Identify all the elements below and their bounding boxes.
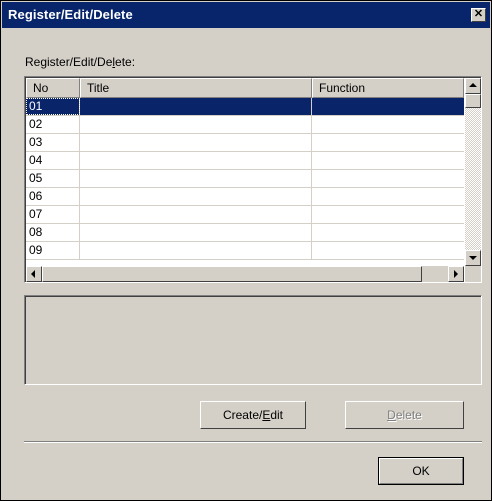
create-edit-label: Create/ <box>222 408 263 422</box>
table-row[interactable]: 05 <box>26 170 464 188</box>
dialog-window: Register/Edit/Delete ✕ Register/Edit/Del… <box>0 0 492 501</box>
table-row[interactable]: 01 <box>26 98 464 116</box>
row-title <box>80 152 312 169</box>
table-row[interactable]: 07 <box>26 206 464 224</box>
list-label: Register/Edit/Delete: <box>25 55 135 69</box>
row-title <box>80 116 312 133</box>
arrow-left-icon <box>31 270 35 278</box>
row-function <box>312 170 464 187</box>
vertical-scroll-thumb[interactable] <box>465 94 481 108</box>
row-no: 07 <box>26 206 80 223</box>
create-edit-label-end: dit <box>270 408 284 422</box>
row-no: 04 <box>26 152 80 169</box>
delete-accel: D <box>387 408 396 422</box>
row-no: 05 <box>26 170 80 187</box>
table-row[interactable]: 02 <box>26 116 464 134</box>
window-title: Register/Edit/Delete <box>8 7 133 22</box>
row-function <box>312 134 464 151</box>
scroll-down-button[interactable] <box>465 250 481 266</box>
horizontal-scrollbar[interactable] <box>26 266 464 282</box>
create-edit-button[interactable]: Create/Edit <box>200 401 306 429</box>
row-title <box>80 188 312 205</box>
close-icon[interactable]: ✕ <box>471 8 486 22</box>
row-function <box>312 98 464 115</box>
separator <box>24 441 482 443</box>
list-rows: 01 02 03 04 05 06 07 08 09 <box>26 98 464 260</box>
row-function <box>312 242 464 259</box>
column-header-function[interactable]: Function <box>312 78 464 98</box>
scroll-up-button[interactable] <box>465 78 481 94</box>
row-function <box>312 188 464 205</box>
row-title <box>80 98 312 115</box>
table-row[interactable]: 06 <box>26 188 464 206</box>
scroll-left-button[interactable] <box>26 266 42 282</box>
table-row[interactable]: 03 <box>26 134 464 152</box>
row-no: 08 <box>26 224 80 241</box>
scroll-right-button[interactable] <box>448 266 464 282</box>
row-no: 06 <box>26 188 80 205</box>
delete-label: elete <box>395 408 422 422</box>
table-row[interactable]: 08 <box>26 224 464 242</box>
list-label-text-end: ete: <box>115 55 136 69</box>
arrow-up-icon <box>469 83 477 87</box>
row-title <box>80 242 312 259</box>
table-row[interactable]: 04 <box>26 152 464 170</box>
row-no: 03 <box>26 134 80 151</box>
delete-button[interactable]: Delete <box>345 401 464 429</box>
register-list[interactable]: No Title Function 01 02 03 04 05 06 07 0… <box>24 76 482 283</box>
row-title <box>80 134 312 151</box>
list-label-text: Register/Edit/De <box>25 55 113 69</box>
row-title <box>80 206 312 223</box>
row-function <box>312 152 464 169</box>
vertical-scrollbar[interactable] <box>465 78 481 266</box>
ok-button[interactable]: OK <box>378 457 464 485</box>
row-title <box>80 224 312 241</box>
table-row[interactable]: 09 <box>26 242 464 260</box>
arrow-right-icon <box>454 270 458 278</box>
ok-label: OK <box>412 464 430 478</box>
title-bar[interactable]: Register/Edit/Delete ✕ <box>2 2 490 28</box>
row-function <box>312 116 464 133</box>
column-header-title[interactable]: Title <box>80 78 312 98</box>
row-no: 02 <box>26 116 80 133</box>
row-title <box>80 170 312 187</box>
scroll-corner <box>465 266 481 282</box>
description-panel <box>24 295 482 385</box>
row-function <box>312 224 464 241</box>
arrow-down-icon <box>469 256 477 260</box>
column-header-no[interactable]: No <box>26 78 80 98</box>
row-no: 01 <box>26 98 80 115</box>
row-no: 09 <box>26 242 80 259</box>
horizontal-scroll-thumb[interactable] <box>42 266 422 282</box>
row-function <box>312 206 464 223</box>
